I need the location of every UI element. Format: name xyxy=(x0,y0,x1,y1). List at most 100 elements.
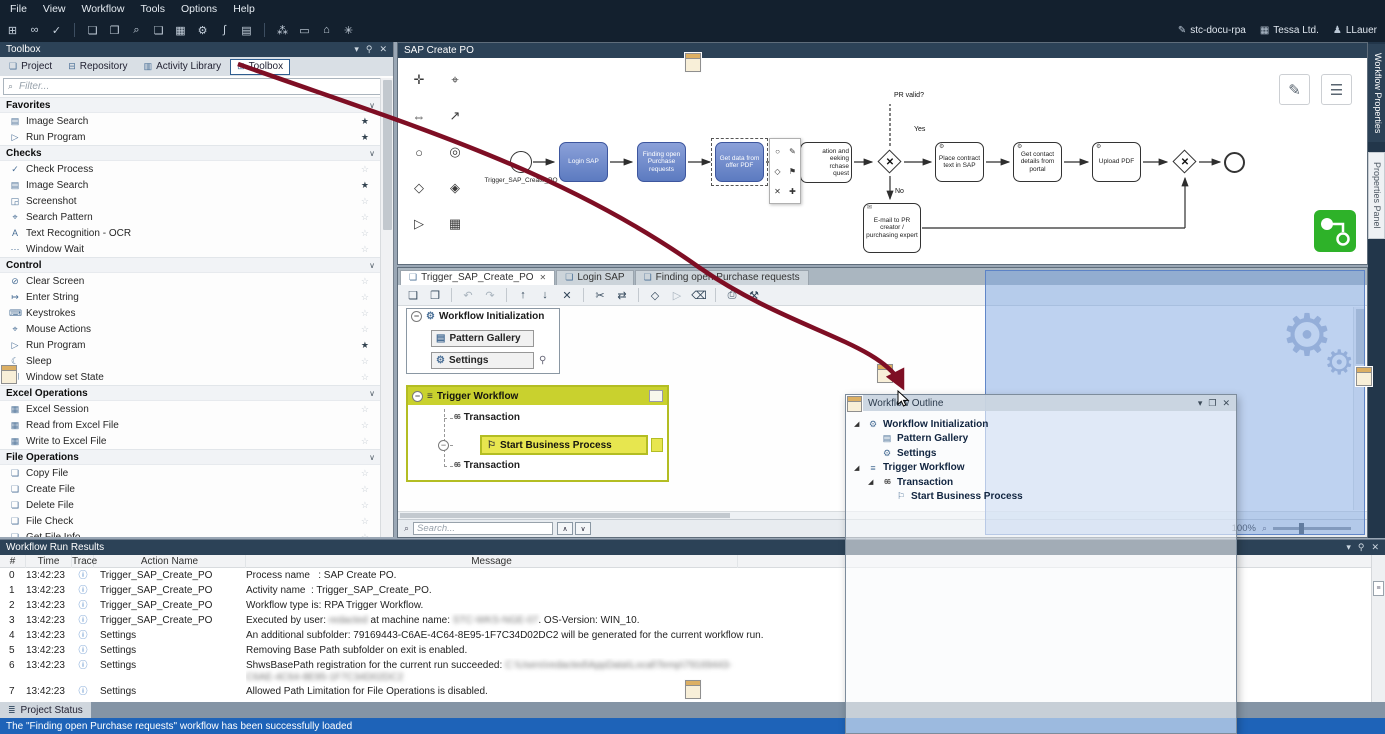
start-event-tool-icon[interactable]: ○ xyxy=(406,140,432,164)
editor-tab-trigger-sap-create-po[interactable]: ❏Trigger_SAP_Create_PO✕ xyxy=(400,270,555,285)
edit-icon[interactable]: ✎ xyxy=(789,147,796,156)
section-header-file-operations[interactable]: File Operations∨ xyxy=(0,449,381,465)
bpmn-task-upload-pdf[interactable]: ⚙Upload PDF xyxy=(1092,142,1141,182)
link-icon[interactable]: ∞ xyxy=(26,24,43,36)
tab-activity-library[interactable]: ▥Activity Library xyxy=(137,59,229,75)
section-header-checks[interactable]: Checks∨ xyxy=(0,145,381,161)
favorite-star-icon[interactable]: ☆ xyxy=(361,516,369,527)
favorite-star-icon[interactable]: ★ xyxy=(361,116,369,127)
settings-gear-icon[interactable]: ⚙ xyxy=(194,24,211,37)
favorite-star-icon[interactable]: ☆ xyxy=(361,372,369,383)
bpmn-task-get-contact-details[interactable]: ⚙Get contact details from portal xyxy=(1013,142,1062,182)
bpmn-canvas[interactable]: ✛⌖⇔↗○◎◇◈▷▦ Trigger_SAP_Create_PO xyxy=(398,58,1367,264)
menu-help[interactable]: Help xyxy=(225,1,263,17)
menu-view[interactable]: View xyxy=(35,1,74,17)
column-header-[interactable]: # xyxy=(0,555,26,568)
user-name[interactable]: ♟LLauer xyxy=(1333,25,1377,36)
workflow-initialization-group[interactable]: − ⚙ Workflow Initialization ▤ Pattern Ga… xyxy=(406,308,560,374)
toolbox-item-search-pattern[interactable]: ⌖Search Pattern☆ xyxy=(0,209,381,225)
selection-handle[interactable] xyxy=(651,438,663,452)
close-icon[interactable]: ✕ xyxy=(540,273,547,282)
dock-guide-left-icon[interactable] xyxy=(1,365,17,384)
validate-icon[interactable]: ✓ xyxy=(48,24,65,37)
complex-gateway-tool-icon[interactable]: ◈ xyxy=(442,176,468,200)
outline-item-pattern-gallery[interactable]: ▤Pattern Gallery xyxy=(846,432,1236,447)
resize-tool-icon[interactable]: ⇔ xyxy=(406,104,432,128)
delete-icon[interactable]: ✕ xyxy=(558,289,576,302)
close-icon[interactable]: ✕ xyxy=(1371,542,1379,553)
favorite-star-icon[interactable]: ☆ xyxy=(361,356,369,367)
favorite-star-icon[interactable]: ★ xyxy=(361,340,369,351)
close-icon[interactable]: ✕ xyxy=(1222,398,1230,409)
cut-icon[interactable]: ✂ xyxy=(591,289,609,302)
toolbox-item-text-recognition-ocr[interactable]: AText Recognition - OCR☆ xyxy=(0,225,381,241)
bpmn-task-finding-open-purchase-requests[interactable]: Finding open Purchase requests xyxy=(637,142,686,182)
favorite-star-icon[interactable]: ☆ xyxy=(361,468,369,479)
favorite-star-icon[interactable]: ☆ xyxy=(361,436,369,447)
circle-icon[interactable]: ○ xyxy=(775,147,780,156)
favorite-star-icon[interactable]: ☆ xyxy=(361,292,369,303)
copy-document-icon[interactable]: ❏ xyxy=(150,24,167,37)
trigger-workflow-group[interactable]: − ≡ Trigger Workflow 66 Transaction − ⚐ … xyxy=(406,385,669,482)
toolbox-item-enter-string[interactable]: ↦Enter String☆ xyxy=(0,289,381,305)
run-tool-icon[interactable]: ▷ xyxy=(406,212,432,236)
pan-tool-icon[interactable]: ✛ xyxy=(406,68,432,92)
maximize-icon[interactable]: ❐ xyxy=(1208,398,1216,409)
menu-tools[interactable]: Tools xyxy=(132,1,173,17)
bpmn-gateway-merge[interactable]: ✕ xyxy=(1173,150,1197,174)
package-icon[interactable]: ⊞ xyxy=(4,24,21,37)
toolbox-item-window-set-state[interactable]: ❐Window set State☆ xyxy=(0,369,381,385)
start-business-process-button[interactable]: ⚐ Start Business Process xyxy=(480,435,648,455)
overview-map-tool-icon[interactable]: ▦ xyxy=(442,212,468,236)
toolbox-item-window-wait[interactable]: ⋯Window Wait☆ xyxy=(0,241,381,257)
open-file-icon[interactable]: ❐ xyxy=(106,24,123,37)
tools-icon[interactable]: ⚒ xyxy=(745,289,763,302)
properties-panel-tab[interactable]: Properties Panel xyxy=(1368,152,1385,239)
expander-icon[interactable]: ◢ xyxy=(868,478,877,486)
favorite-star-icon[interactable]: ★ xyxy=(361,132,369,143)
bpmn-task-login-sap[interactable]: Login SAP xyxy=(559,142,608,182)
editor-tab-login-sap[interactable]: ❏Login SAP xyxy=(556,270,633,285)
favorite-star-icon[interactable]: ☆ xyxy=(361,532,369,538)
tab-toolbox[interactable]: ⊞Toolbox xyxy=(230,59,290,75)
bpmn-task-email-pr-creator[interactable]: ✉E-mail to PR creator / purchasing exper… xyxy=(863,203,921,253)
monitor-icon[interactable]: ▭ xyxy=(296,24,313,37)
column-header-time[interactable]: Time xyxy=(26,555,72,568)
menu-button[interactable]: ☰ xyxy=(1321,74,1352,105)
move-up-icon[interactable]: ↑ xyxy=(514,289,532,301)
pen-button[interactable]: ✎ xyxy=(1279,74,1310,105)
print-icon[interactable]: ⎙ xyxy=(723,289,741,302)
run-all-icon[interactable]: ✳ xyxy=(340,24,357,37)
chevron-down-icon[interactable]: ▾ xyxy=(1198,398,1203,409)
connector-tool-icon[interactable]: ↗ xyxy=(442,104,468,128)
outline-item-workflow-initialization[interactable]: ◢⚙Workflow Initialization xyxy=(846,417,1236,432)
section-header-excel-operations[interactable]: Excel Operations∨ xyxy=(0,385,381,401)
favorite-star-icon[interactable]: ☆ xyxy=(361,308,369,319)
chevron-down-icon[interactable]: ▾ xyxy=(1346,542,1351,553)
bpmn-gateway-pr-valid[interactable]: ✕ xyxy=(878,150,902,174)
expander-icon[interactable]: ◢ xyxy=(854,464,863,472)
dock-guide-right-icon[interactable] xyxy=(1356,367,1372,386)
favorite-star-icon[interactable]: ☆ xyxy=(361,484,369,495)
outline-item-settings[interactable]: ⚙Settings xyxy=(846,446,1236,461)
section-header-favorites[interactable]: Favorites∨ xyxy=(0,97,381,113)
favorite-star-icon[interactable]: ☆ xyxy=(361,212,369,223)
new-file-icon[interactable]: ❏ xyxy=(84,24,101,37)
attachment-icon[interactable]: ∫ xyxy=(216,24,233,36)
favorite-star-icon[interactable]: ☆ xyxy=(361,276,369,287)
delete-icon[interactable]: ✕ xyxy=(774,187,781,196)
favorite-star-icon[interactable]: ☆ xyxy=(361,500,369,511)
gateway-icon[interactable]: ◇ xyxy=(774,167,780,176)
workflow-properties-tab[interactable]: Workflow Properties xyxy=(1368,44,1385,142)
toolbox-item-excel-session[interactable]: ▦Excel Session☆ xyxy=(0,401,381,417)
expander-icon[interactable]: ◢ xyxy=(854,420,863,428)
column-header-action-name[interactable]: Action Name xyxy=(94,555,246,568)
toolbox-item-delete-file[interactable]: ❏Delete File☆ xyxy=(0,497,381,513)
tab-project[interactable]: ❏Project xyxy=(2,59,59,75)
toolbox-item-image-search[interactable]: ▤Image Search★ xyxy=(0,113,381,129)
favorite-star-icon[interactable]: ☆ xyxy=(361,244,369,255)
favorite-star-icon[interactable]: ☆ xyxy=(361,196,369,207)
column-header-trace[interactable]: Trace xyxy=(72,555,94,568)
collapse-icon[interactable]: − xyxy=(438,440,449,451)
menu-options[interactable]: Options xyxy=(173,1,225,17)
